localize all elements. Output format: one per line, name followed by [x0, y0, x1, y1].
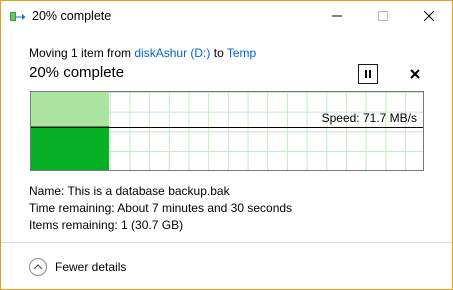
fewer-details-button[interactable]: Fewer details — [29, 258, 126, 276]
destination-link[interactable]: Temp — [227, 46, 256, 60]
speed-area — [31, 126, 110, 170]
details-panel: Name: This is a database backup.bak Time… — [29, 183, 292, 234]
time-remaining-label: Time remaining: — [29, 201, 115, 215]
chevron-up-icon — [29, 258, 47, 276]
dialog-footer: Fewer details — [1, 242, 452, 289]
items-remaining-row: Items remaining: 1 (30.7 GB) — [29, 217, 292, 234]
operation-description: Moving 1 item from diskAshur (D:) to Tem… — [29, 46, 256, 60]
file-copy-dialog: 20% complete Moving 1 item from diskAshu… — [0, 0, 453, 290]
fewer-details-label: Fewer details — [55, 260, 127, 274]
current-speed-line — [31, 127, 423, 128]
file-move-icon — [10, 10, 26, 24]
minimize-icon — [332, 8, 342, 26]
operation-connector: to — [213, 46, 224, 60]
close-button[interactable] — [406, 1, 452, 33]
minimize-button[interactable] — [314, 1, 360, 33]
maximize-icon — [378, 8, 388, 26]
name-label: Name: — [29, 184, 65, 198]
operation-prefix: Moving 1 item from — [29, 46, 132, 60]
pause-icon — [364, 70, 372, 78]
cancel-button[interactable] — [406, 65, 424, 83]
transfer-speed-graph: Speed: 71.7 MB/s — [30, 91, 424, 171]
name-row: Name: This is a database backup.bak — [29, 183, 292, 200]
pause-button[interactable] — [358, 64, 378, 84]
items-remaining-value: 1 (30.7 GB) — [121, 218, 184, 232]
maximize-button[interactable] — [360, 1, 406, 33]
items-remaining-label: Items remaining: — [29, 218, 118, 232]
time-remaining-row: Time remaining: About 7 minutes and 30 s… — [29, 200, 292, 217]
progress-heading: 20% complete — [29, 64, 125, 81]
window-title: 20% complete — [32, 9, 112, 23]
speed-label: Speed: 71.7 MB/s — [321, 111, 417, 125]
name-value: This is a database backup.bak — [67, 184, 230, 198]
source-link[interactable]: diskAshur (D:) — [134, 46, 210, 60]
time-remaining-value: About 7 minutes and 30 seconds — [117, 201, 293, 215]
close-icon — [423, 8, 435, 26]
title-bar: 20% complete — [1, 1, 452, 33]
close-icon — [410, 66, 420, 83]
